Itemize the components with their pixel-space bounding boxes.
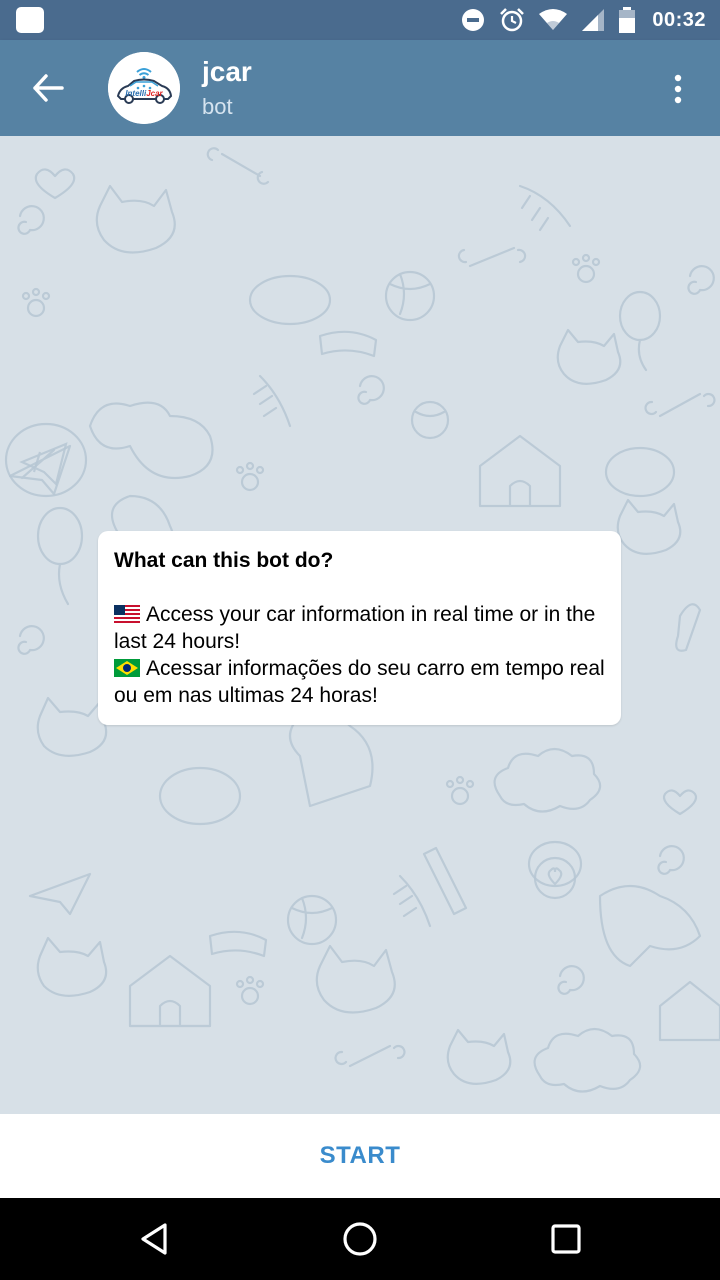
bot-info-title: What can this bot do? — [114, 549, 334, 572]
status-bar: 00:32 — [0, 0, 720, 40]
bot-info-text-pt: Acessar informações do seu carro em temp… — [114, 657, 605, 707]
chat-background: What can this bot do? Access your car in… — [0, 136, 720, 1114]
chat-subtitle: bot — [202, 94, 233, 119]
nav-home-button[interactable] — [330, 1214, 390, 1264]
start-button[interactable]: START — [280, 1128, 441, 1184]
home-circle-icon — [343, 1222, 377, 1256]
nav-back-button[interactable] — [124, 1214, 184, 1264]
bottom-action-bar: START — [0, 1114, 720, 1198]
bot-avatar[interactable]: IntelliJcar — [108, 52, 180, 124]
status-icons: 00:32 — [460, 0, 706, 40]
bot-info-text-en: Access your car information in real time… — [114, 603, 596, 653]
recents-square-icon — [551, 1224, 581, 1254]
telegram-chat-screen: 00:32 IntelliJcar jcar bot What can this… — [0, 0, 720, 1280]
wifi-icon — [539, 9, 568, 30]
status-time: 00:32 — [652, 8, 706, 31]
arrow-left-icon — [33, 74, 64, 102]
back-triangle-icon — [141, 1223, 167, 1255]
battery-icon — [619, 7, 636, 33]
signal-icon — [582, 9, 605, 31]
svg-text:IntelliJcar: IntelliJcar — [125, 89, 163, 98]
more-menu-button[interactable] — [658, 66, 698, 112]
alarm-icon — [500, 8, 525, 32]
bot-info-line-pt: Acessar informações do seu carro em temp… — [114, 655, 605, 709]
nav-recents-button[interactable] — [536, 1214, 596, 1264]
more-vertical-icon — [674, 74, 682, 104]
system-nav-bar — [0, 1198, 720, 1280]
back-button[interactable] — [20, 62, 76, 114]
chat-title[interactable]: jcar — [202, 56, 252, 88]
do-not-disturb-icon — [462, 9, 485, 31]
brazil-flag-icon — [114, 659, 140, 677]
bot-info-line-en: Access your car information in real time… — [114, 601, 605, 655]
app-notification-icon — [16, 7, 44, 33]
car-logo-icon: IntelliJcar — [108, 52, 180, 124]
us-flag-icon — [114, 605, 140, 623]
bot-info-card: What can this bot do? Access your car in… — [98, 531, 621, 725]
chat-header: IntelliJcar jcar bot — [0, 40, 720, 136]
